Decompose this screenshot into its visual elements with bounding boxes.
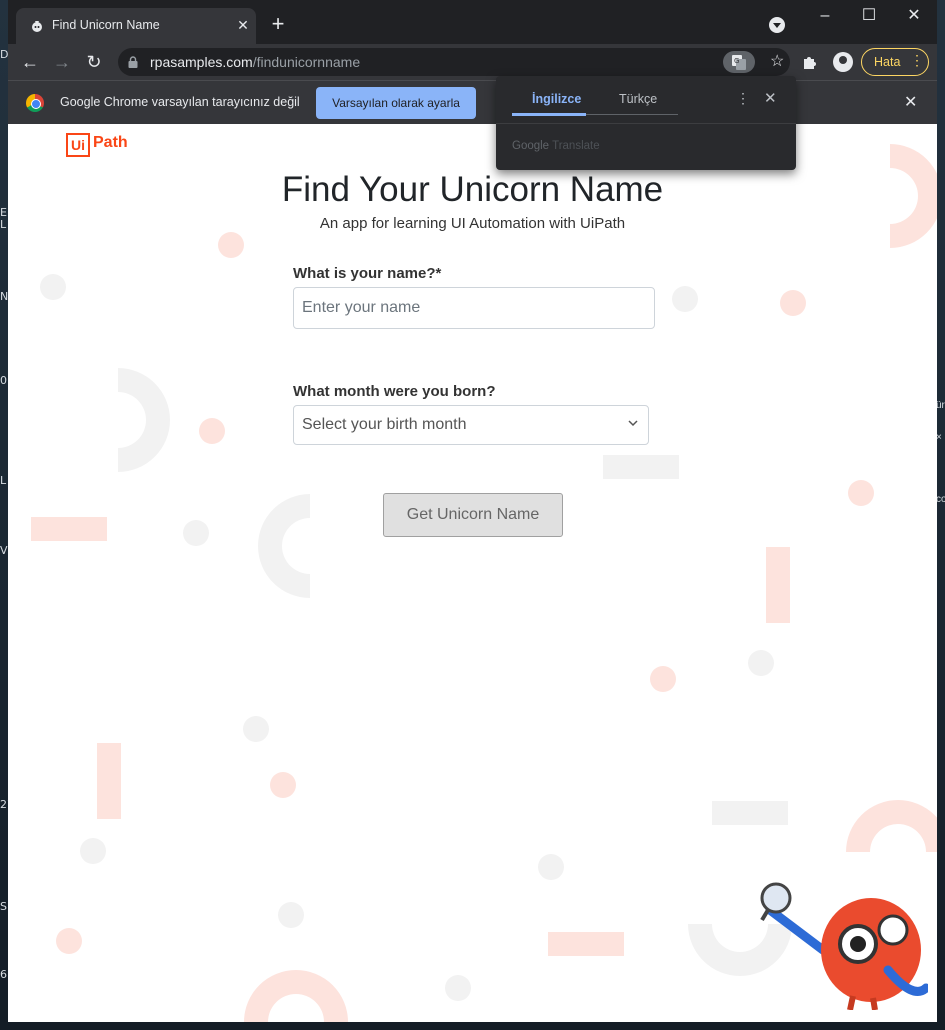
lock-icon	[128, 56, 138, 68]
decorative-dot	[538, 854, 564, 880]
tab-divider	[586, 114, 678, 115]
url-domain: rpasamples.com	[150, 54, 253, 70]
browser-tab[interactable]: Find Unicorn Name ✕	[16, 8, 256, 44]
decorative-dot	[56, 928, 82, 954]
title-bar: Find Unicorn Name ✕ + – ☐ ✕	[8, 0, 937, 44]
translate-options-dots-icon[interactable]: ⋮	[736, 90, 750, 107]
translate-icon: G	[732, 55, 746, 70]
desktop-fragment: L	[0, 474, 7, 487]
extensions-puzzle-icon[interactable]	[801, 53, 819, 71]
decorative-arc	[118, 368, 170, 472]
set-default-button[interactable]: Varsayılan olarak ayarla	[316, 87, 476, 119]
reload-icon[interactable]: ↻	[82, 50, 106, 74]
tab-search-chevron-icon[interactable]	[769, 17, 785, 33]
chrome-menu-dots-icon[interactable]: ⋮	[910, 52, 924, 69]
profile-avatar-icon[interactable]	[833, 52, 853, 72]
name-input[interactable]: Enter your name	[293, 287, 655, 329]
chrome-logo-icon	[26, 94, 44, 112]
decorative-dot	[780, 290, 806, 316]
svg-text:G: G	[734, 57, 739, 65]
desktop-fragment: ür	[936, 400, 945, 411]
maximize-icon[interactable]: ☐	[859, 6, 879, 26]
decorative-dot	[270, 772, 296, 798]
logo-ui-mark: Ui	[66, 133, 90, 157]
close-window-icon[interactable]: ✕	[904, 6, 924, 26]
tab-title: Find Unicorn Name	[52, 18, 160, 32]
bookmark-star-icon[interactable]: ☆	[770, 52, 784, 72]
back-arrow-icon[interactable]: ←	[18, 50, 42, 74]
brand-translate: Translate	[552, 140, 600, 152]
web-page: Ui Path Find Your Unicorn Name An app fo…	[8, 124, 937, 1022]
name-label: What is your name?*	[293, 265, 442, 282]
address-bar[interactable]: rpasamples.com/findunicornname G ☆	[118, 48, 790, 76]
desktop-fragment: co	[936, 494, 945, 505]
desktop-fragment: N	[0, 290, 9, 303]
unicorn-favicon-icon	[32, 21, 42, 32]
chevron-down-icon	[628, 420, 638, 427]
month-label: What month were you born?	[293, 383, 496, 400]
infobar-close-icon[interactable]: ✕	[904, 92, 917, 112]
decorative-dot	[848, 480, 874, 506]
page-subtitle: An app for learning UI Automation with U…	[319, 215, 626, 232]
profile-error-button[interactable]: Hata ⋮	[861, 48, 929, 76]
decorative-dot	[445, 975, 471, 1001]
desktop-fragment: S	[0, 900, 7, 913]
decorative-dot	[672, 286, 698, 312]
desktop-fragment: 6	[0, 968, 7, 981]
browser-toolbar: ← → ↻ rpasamples.com/findunicornname G ☆	[8, 44, 937, 80]
decorative-bar	[97, 743, 121, 819]
translate-popup: İngilizce Türkçe ⋮ ✕ Google Translate	[496, 76, 796, 170]
google-translate-brand: Google Translate	[512, 140, 600, 152]
tab-translate-source[interactable]: İngilizce	[532, 92, 581, 106]
logo-path-text: Path	[93, 134, 128, 151]
page-title: Find Your Unicorn Name	[281, 170, 664, 209]
decorative-dot	[218, 232, 244, 258]
active-tab-indicator	[512, 113, 586, 116]
infobar-message: Google Chrome varsayılan tarayıcınız değ…	[60, 95, 300, 109]
decorative-dot	[278, 902, 304, 928]
popup-divider	[496, 123, 796, 124]
translate-page-button[interactable]: G	[723, 51, 755, 73]
decorative-arc	[244, 970, 348, 1022]
decorative-bar	[548, 932, 624, 956]
decorative-dot	[80, 838, 106, 864]
desktop-fragment: 0	[0, 374, 7, 387]
get-unicorn-name-button[interactable]: Get Unicorn Name	[383, 493, 563, 537]
decorative-dot	[40, 274, 66, 300]
decorative-bar	[766, 547, 790, 623]
tab-translate-target[interactable]: Türkçe	[619, 92, 657, 106]
minimize-icon[interactable]: –	[815, 6, 835, 26]
url-path: /findunicornname	[252, 54, 361, 70]
profile-error-label: Hata	[874, 55, 901, 69]
decorative-arc	[258, 494, 310, 598]
forward-arrow-icon[interactable]: →	[50, 50, 74, 74]
decorative-dot	[650, 666, 676, 692]
decorative-arc	[846, 800, 937, 852]
new-tab-plus-icon[interactable]: +	[267, 13, 289, 36]
decorative-dot	[199, 418, 225, 444]
mascot-detective-illustration	[760, 882, 928, 1010]
birth-month-select[interactable]: Select your birth month	[293, 405, 649, 445]
birth-month-selected-value: Select your birth month	[302, 416, 467, 433]
decorative-dot	[243, 716, 269, 742]
translate-close-icon[interactable]: ✕	[764, 89, 777, 107]
decorative-bar	[603, 455, 679, 479]
desktop-fragment: L	[0, 218, 7, 231]
tab-close-icon[interactable]: ✕	[234, 16, 252, 34]
browser-window: Find Unicorn Name ✕ + – ☐ ✕ ← → ↻ rpasam…	[8, 0, 937, 1022]
decorative-bar	[712, 801, 788, 825]
brand-google: Google	[512, 140, 550, 152]
default-browser-infobar: Google Chrome varsayılan tarayıcınız değ…	[8, 80, 937, 124]
url-text: rpasamples.com/findunicornname	[150, 54, 360, 70]
decorative-dot	[748, 650, 774, 676]
decorative-dot	[183, 520, 209, 546]
decorative-bar	[31, 517, 107, 541]
